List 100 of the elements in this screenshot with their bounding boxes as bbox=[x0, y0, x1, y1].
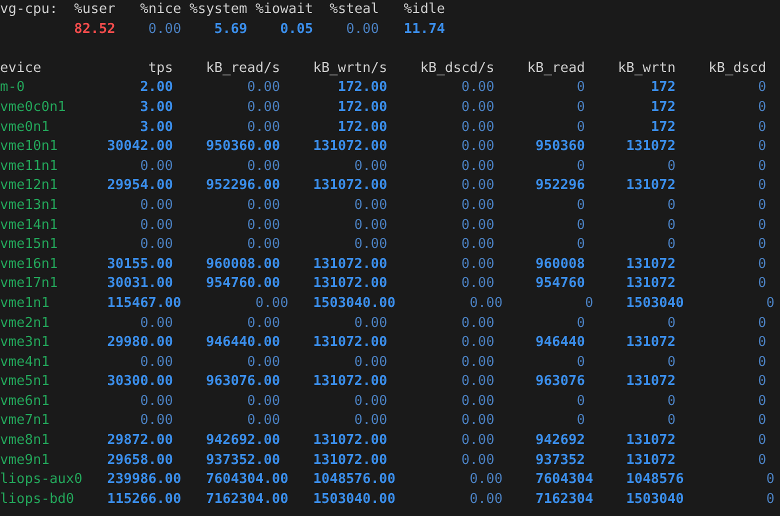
column-header: %idle bbox=[402, 0, 445, 19]
device-name: m-0 bbox=[0, 78, 26, 98]
table-cell-text: 131072.00 bbox=[312, 137, 388, 156]
table-cell-text: 172 bbox=[650, 78, 676, 98]
table-cell-text: 0.00 bbox=[460, 254, 494, 274]
table-cell-text: 1048576 bbox=[625, 470, 684, 490]
table-cell-text: 0 bbox=[756, 78, 766, 98]
table-cell-text: 0.00 bbox=[353, 314, 388, 332]
table-cell-text: 950360 bbox=[534, 137, 585, 156]
table-cell-text: 0.00 bbox=[460, 411, 494, 430]
table-cell-text: 131072.00 bbox=[312, 431, 388, 450]
table-cell-text: 0 bbox=[584, 294, 594, 313]
table-cell-text: 1503040.00 bbox=[312, 490, 396, 509]
table-cell-text: 7162304 bbox=[534, 490, 594, 509]
table-cell-text: 0.00 bbox=[460, 118, 494, 137]
table-cell-text: 0.00 bbox=[246, 118, 280, 137]
table-cell-text: 30042.00 bbox=[107, 137, 174, 156]
table-cell-text: 3.00 bbox=[139, 118, 174, 137]
table-cell-text: 0.00 bbox=[246, 314, 280, 332]
table-cell-text: 0 bbox=[765, 470, 774, 490]
cpu-stat-value: 5.69 bbox=[213, 20, 248, 39]
device-name: vme17n1 bbox=[0, 274, 59, 294]
device-name: vme10n1 bbox=[0, 137, 59, 156]
table-cell-text: 950360.00 bbox=[204, 137, 280, 156]
table-cell-text: 0.00 bbox=[139, 196, 174, 215]
table-cell-text: 0 bbox=[666, 392, 676, 411]
table-cell-text: 0 bbox=[757, 274, 766, 294]
table-cell-text: 0.00 bbox=[460, 216, 494, 235]
column-header: kB_wrtn bbox=[616, 58, 676, 78]
table-cell-text: 131072.00 bbox=[312, 274, 388, 294]
device-name: vme14n1 bbox=[0, 216, 59, 235]
table-cell-text: 0.00 bbox=[460, 450, 494, 470]
table-cell-text: 0 bbox=[757, 137, 766, 156]
table-cell-text: 952296.00 bbox=[204, 176, 280, 196]
table-cell-text: 1503040 bbox=[625, 490, 684, 509]
table-cell-text: 0 bbox=[666, 411, 676, 430]
column-header: kB_dscd bbox=[708, 58, 766, 78]
table-cell-text: 0 bbox=[666, 314, 676, 332]
table-cell-text: 172.00 bbox=[336, 78, 388, 98]
table-cell-text: 115266.00 bbox=[107, 490, 182, 509]
table-cell-text: 0 bbox=[757, 254, 766, 274]
table-cell-text: 0 bbox=[757, 372, 766, 392]
table-cell-text: 0.00 bbox=[353, 235, 388, 254]
column-header: kB_read bbox=[526, 58, 585, 78]
table-cell-text: 1503040.00 bbox=[312, 294, 396, 313]
table-cell-text: 0 bbox=[666, 196, 676, 215]
table-cell-text: 954760 bbox=[534, 274, 585, 294]
table-cell-text: 131072 bbox=[625, 254, 676, 274]
table-cell-text: 0.00 bbox=[139, 156, 174, 176]
table-cell-text: 0.00 bbox=[468, 294, 503, 313]
table-cell-text: 0 bbox=[756, 352, 766, 372]
column-header: tps bbox=[147, 58, 174, 78]
table-cell-text: 0.00 bbox=[460, 156, 494, 176]
device-name: vme4n1 bbox=[0, 352, 50, 372]
table-cell-text: 172 bbox=[650, 118, 676, 137]
cpu-stat-value: 0.05 bbox=[279, 20, 314, 39]
table-cell-text: 942692 bbox=[534, 431, 585, 450]
table-cell-text: 0.00 bbox=[246, 196, 280, 215]
table-cell-text: 0.00 bbox=[460, 372, 494, 392]
column-header: %user bbox=[73, 0, 116, 19]
table-cell-text: 0 bbox=[757, 176, 766, 196]
table-cell-text: 131072 bbox=[625, 137, 676, 156]
table-cell-text: 0 bbox=[576, 216, 585, 235]
device-name: vme8n1 bbox=[0, 431, 50, 450]
table-cell-text: 131072.00 bbox=[312, 450, 388, 470]
table-cell-text: 0 bbox=[756, 98, 766, 117]
table-cell-text: 0 bbox=[576, 314, 585, 332]
table-cell-text: 1503040 bbox=[625, 294, 684, 313]
device-name: vme6n1 bbox=[0, 392, 50, 411]
cpu-stat-value: 11.74 bbox=[402, 20, 445, 39]
device-name: vme5n1 bbox=[0, 372, 50, 392]
column-header: kB_wrtn/s bbox=[312, 58, 388, 78]
table-cell-text: 963076 bbox=[534, 372, 585, 392]
cpu-stat-value: 0.00 bbox=[147, 20, 182, 39]
column-header: %steal bbox=[328, 0, 380, 19]
column-header: evice bbox=[0, 58, 42, 78]
table-cell-text: 115467.00 bbox=[107, 294, 182, 313]
device-name: liops-aux0 bbox=[0, 470, 84, 490]
table-cell-text: 0 bbox=[666, 352, 676, 372]
table-cell-text: 0.00 bbox=[246, 411, 280, 430]
table-cell-text: 1048576.00 bbox=[312, 470, 396, 490]
column-header: %system bbox=[188, 0, 248, 19]
table-cell-text: 131072.00 bbox=[312, 333, 388, 352]
table-cell-text: 0.00 bbox=[460, 235, 494, 254]
table-cell-text: 0 bbox=[757, 431, 766, 450]
device-name: vme1n1 bbox=[0, 294, 50, 313]
device-name: vme7n1 bbox=[0, 411, 50, 430]
column-header: kB_dscd/s bbox=[419, 58, 494, 78]
table-cell-text: 0 bbox=[666, 156, 676, 176]
table-cell-text: 0.00 bbox=[460, 431, 494, 450]
table-cell-text: 0 bbox=[576, 235, 585, 254]
table-cell-text: 946440.00 bbox=[204, 333, 280, 352]
table-cell-text: 3.00 bbox=[139, 98, 174, 117]
table-cell-text: 30031.00 bbox=[107, 274, 174, 294]
table-cell-text: 960008.00 bbox=[204, 254, 280, 274]
table-cell-text: 0.00 bbox=[246, 216, 280, 235]
table-cell-text: 0.00 bbox=[139, 314, 174, 332]
table-cell-text: 131072 bbox=[625, 372, 676, 392]
table-cell-text: 0 bbox=[756, 411, 766, 430]
table-cell-text: 0 bbox=[756, 118, 766, 137]
